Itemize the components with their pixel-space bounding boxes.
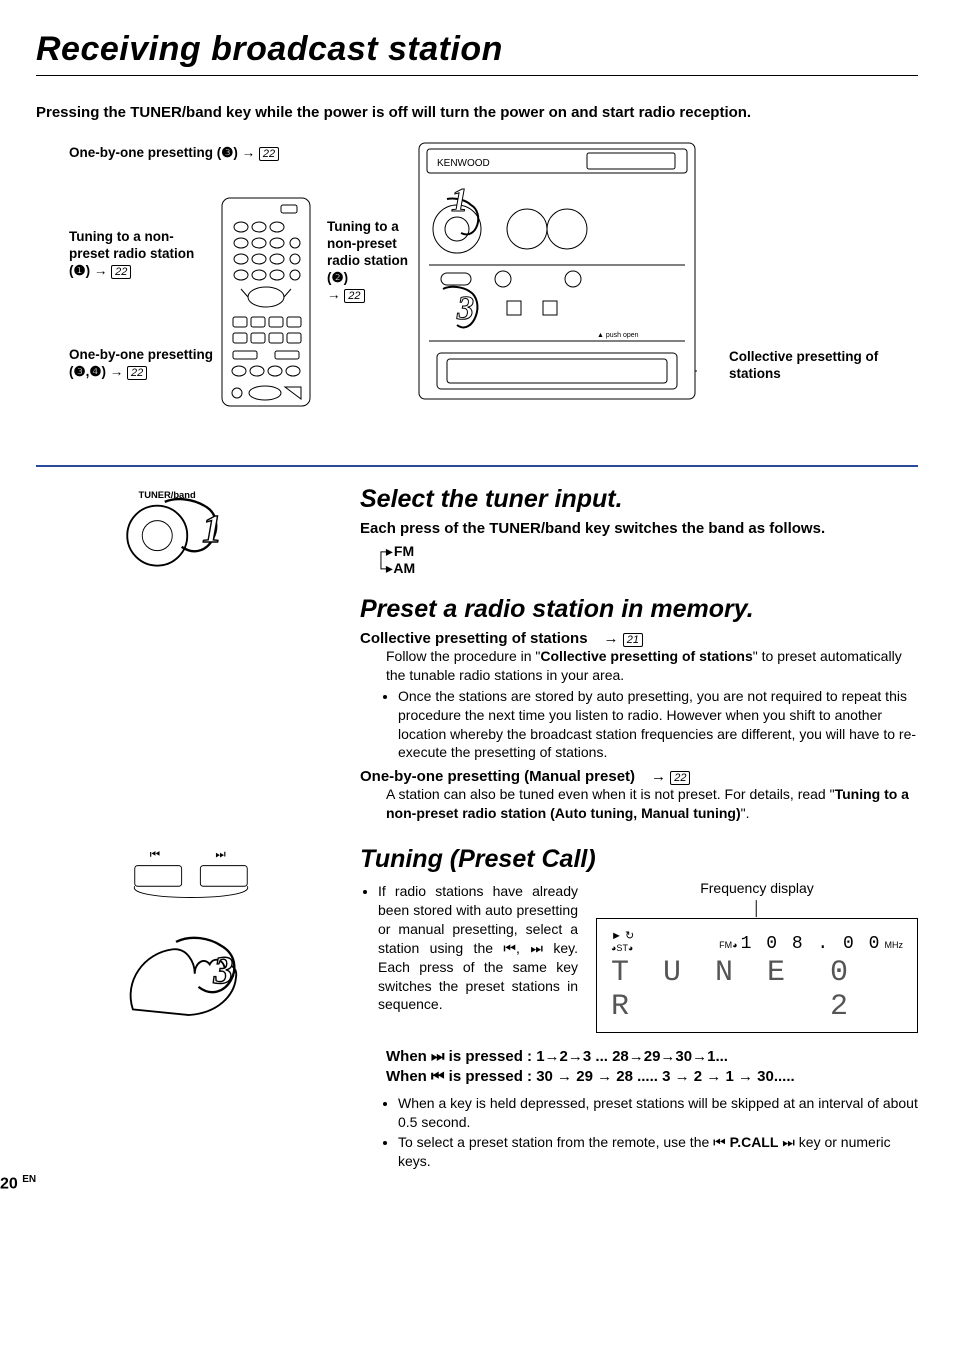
frequency-value: 1 0 8 . 0 0 (741, 934, 882, 954)
cycle-arrow-icon: ┌▸ (376, 543, 390, 560)
brand-label: KENWOOD (437, 158, 490, 169)
callout-mid-left: Tuning to a non-preset radio station (❶) (69, 229, 194, 278)
band-am: AM (393, 560, 415, 576)
stereo-indicator: ◕ST◕ (611, 943, 633, 953)
page-ref: 22 (344, 289, 364, 303)
callout-top-left: One-by-one presetting (❸) (69, 145, 238, 160)
step1-knob-illustration: TUNER/band 1 (116, 485, 266, 569)
lcd-text-left: T U N E R (611, 956, 830, 1024)
sequence-lines: When ⏭ is pressed : 1→2→3 ... 28→29→30→1… (360, 1047, 918, 1088)
mhz-unit: MHz (885, 940, 904, 950)
right-arrow-icon: → (110, 364, 124, 379)
page-number: 20 EN (0, 1174, 36, 1193)
prev-next-illustration: ⏮ ⏭ (116, 845, 266, 911)
band-fm: FM (394, 543, 414, 559)
push-open-label: ▲ push open (597, 332, 639, 339)
svg-text:3: 3 (456, 290, 474, 327)
page-ref: 22 (127, 366, 147, 380)
page-title: Receiving broadcast station (36, 30, 918, 69)
play-repeat-icon: ► ↻ (611, 930, 634, 942)
right-arrow-icon: → (94, 263, 108, 278)
svg-text:1: 1 (202, 506, 222, 550)
step2-heading: Preset a radio station in memory. (360, 595, 918, 624)
lcd-display: ► ↻ ◕ST◕ FM◕ 1 0 8 . 0 0 MHz T U N E R (596, 918, 918, 1033)
step3-para: If radio stations have already been stor… (378, 882, 578, 1014)
svg-text:⏮: ⏮ (150, 849, 160, 861)
collective-para: Follow the procedure in "Collective pres… (360, 647, 918, 685)
collective-bullet: Once the stations are stored by auto pre… (398, 687, 918, 763)
intro-text: Pressing the TUNER/band key while the po… (36, 104, 918, 121)
step3-heading: Tuning (Preset Call) (360, 845, 918, 874)
right-arrow-icon: → (651, 768, 666, 785)
step1-heading: Select the tuner input. (360, 485, 918, 514)
callout-mid-center: Tuning to a non-preset radio station (❷) (327, 219, 408, 285)
callout-right: Collective presetting of stations (729, 349, 878, 381)
lcd-preset-num: 0 2 (830, 956, 903, 1024)
svg-text:1: 1 (451, 182, 468, 219)
right-arrow-icon: → (242, 145, 256, 160)
right-arrow-icon: → (327, 287, 341, 302)
page-ref: 22 (670, 771, 690, 785)
step3-hand-illustration: 3 (116, 925, 266, 1019)
page-ref: 22 (111, 265, 131, 279)
title-underline (36, 75, 918, 76)
step3-bullet-2: To select a preset station from the remo… (398, 1133, 918, 1171)
main-unit-illustration: KENWOOD 1 3 (417, 141, 697, 401)
fm-indicator: FM◕ (719, 940, 737, 950)
collective-title: Collective presetting of stations (360, 630, 588, 647)
remote-illustration (221, 197, 311, 407)
right-arrow-icon: → (604, 630, 619, 647)
page-ref: 21 (623, 633, 643, 647)
device-diagram: One-by-one presetting (❸) → 22 Tuning to… (36, 141, 918, 461)
svg-text:3: 3 (213, 948, 234, 992)
manual-para: A station can also be tuned even when it… (360, 785, 918, 823)
band-sequence: ┌▸ FM └▸ AM (376, 543, 918, 577)
cycle-arrow-icon: └▸ (376, 560, 390, 577)
step1-desc: Each press of the TUNER/band key switche… (360, 520, 918, 537)
svg-text:⏭: ⏭ (215, 849, 225, 861)
freq-display-label: Frequency display (596, 880, 918, 896)
manual-title: One-by-one presetting (Manual preset) (360, 768, 635, 785)
page-ref: 22 (259, 147, 279, 161)
step3-bullet-1: When a key is held depressed, preset sta… (398, 1094, 918, 1132)
section-divider (36, 465, 918, 467)
